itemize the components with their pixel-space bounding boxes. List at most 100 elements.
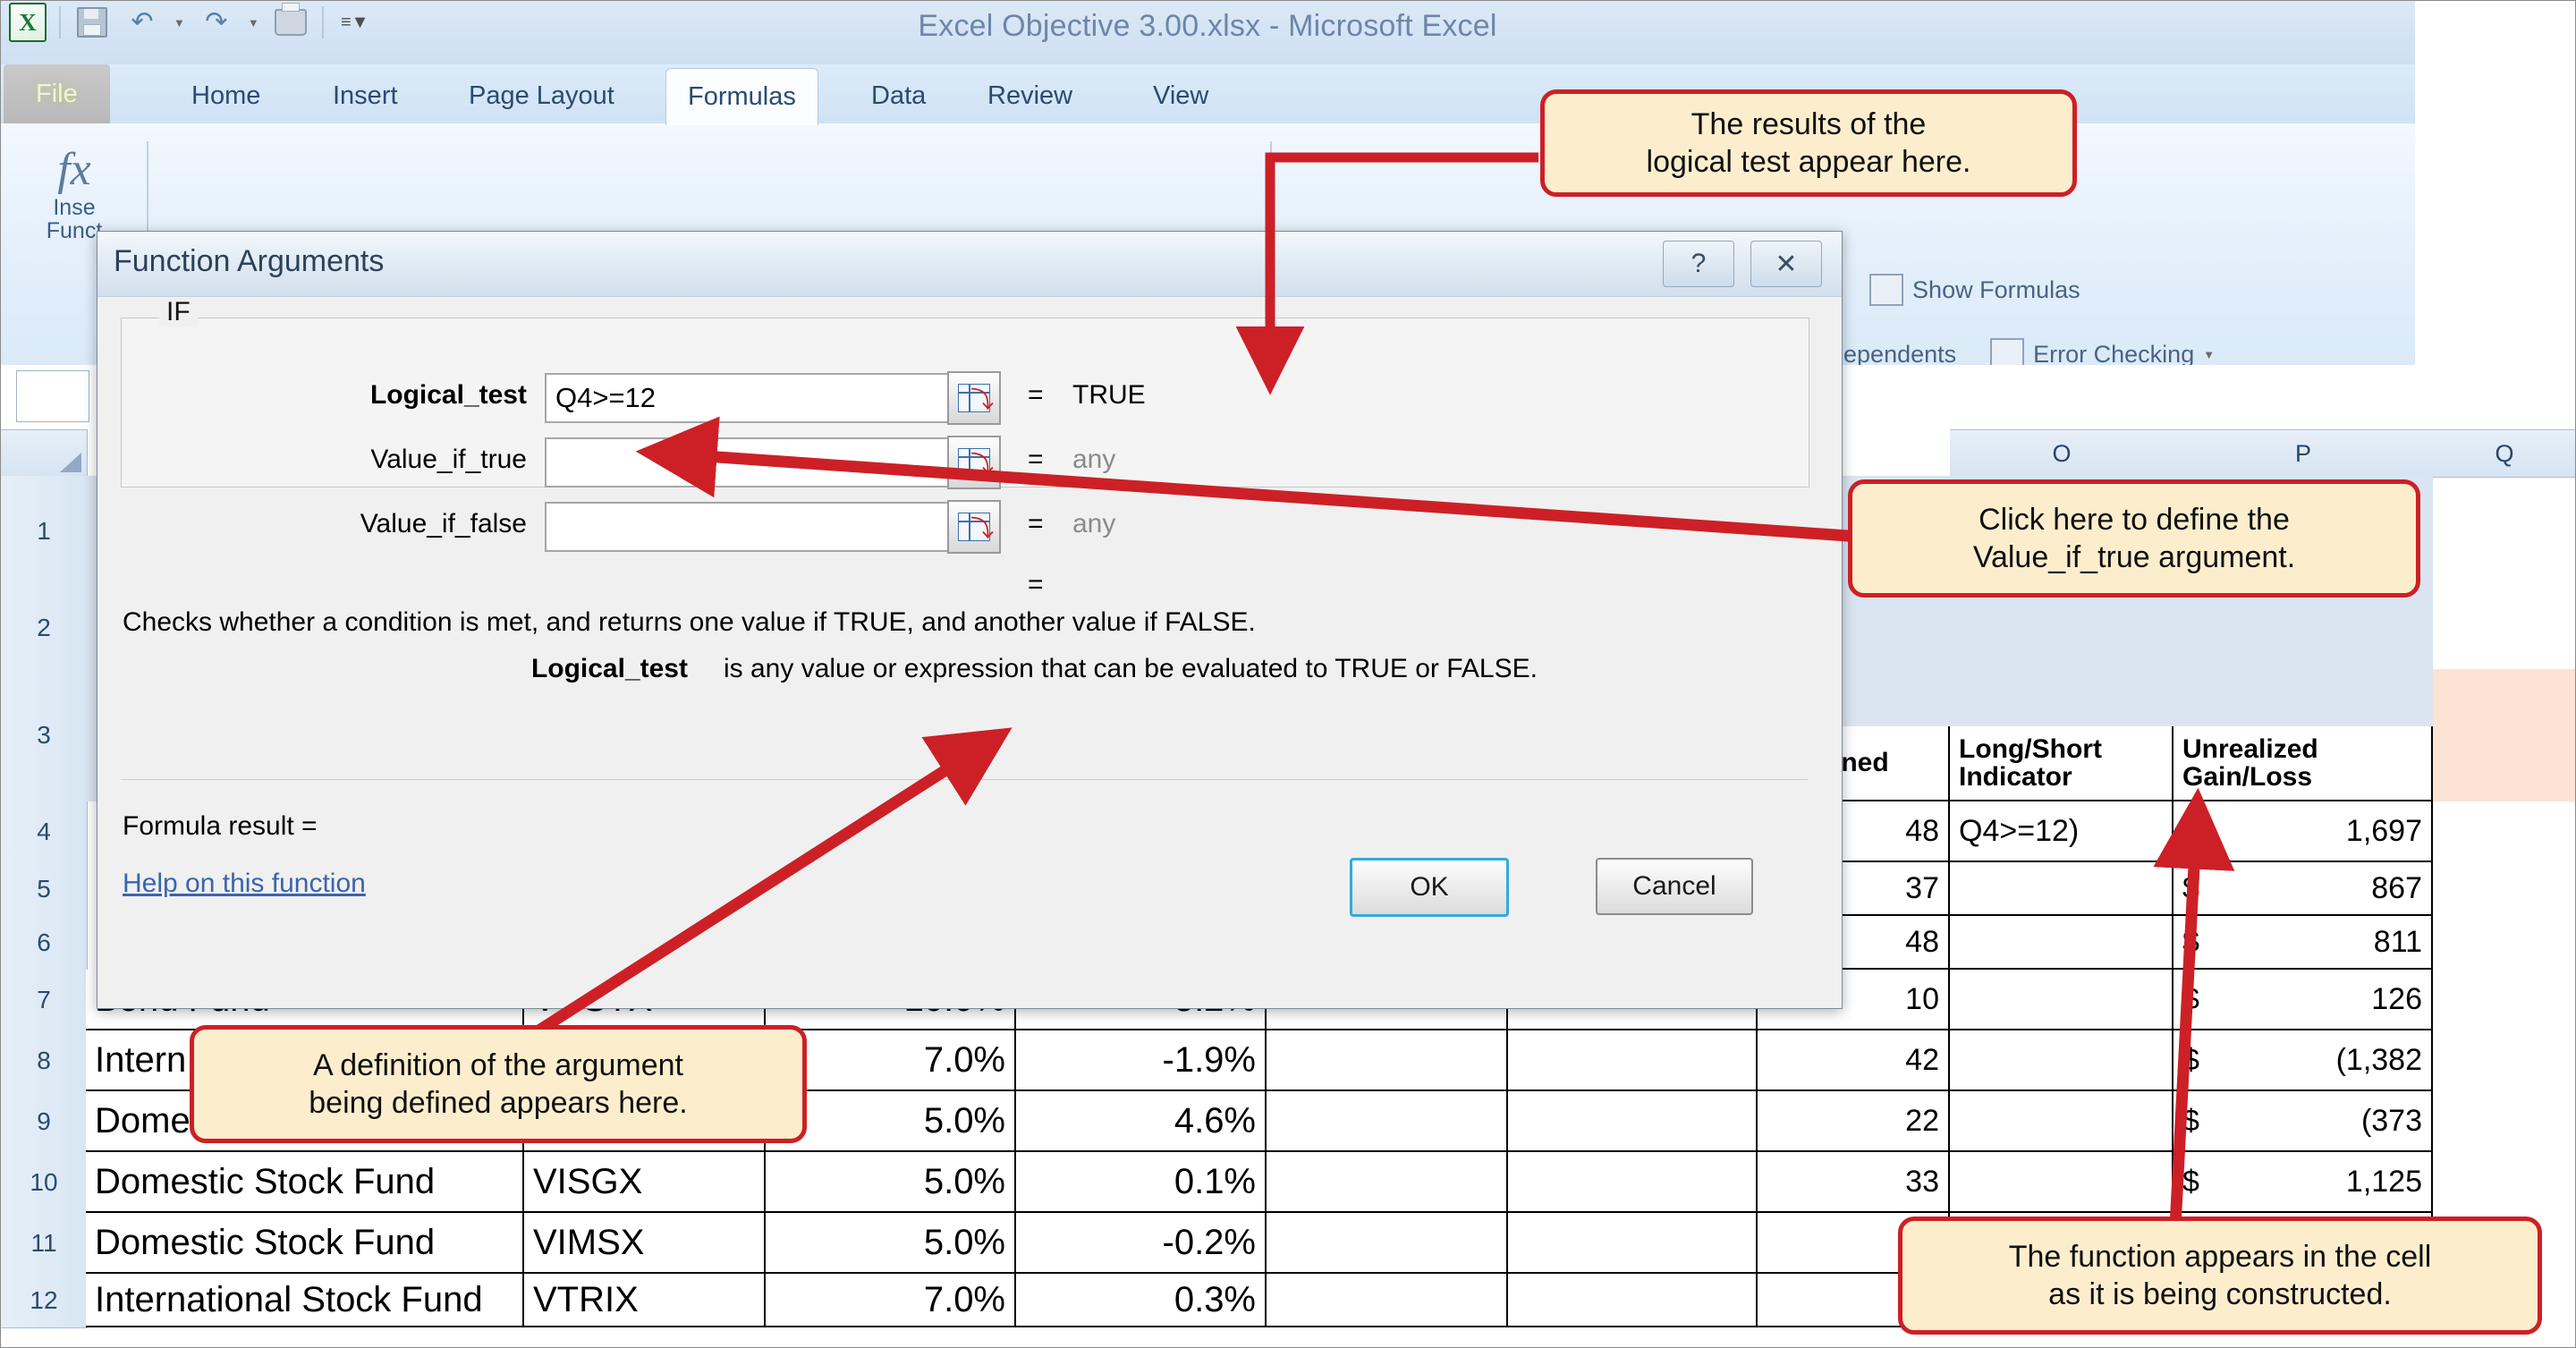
gain-value-9: (373 bbox=[2361, 1104, 2422, 1139]
cell-blank-a-10[interactable] bbox=[1267, 1152, 1508, 1213]
tab-view[interactable]: View bbox=[1131, 68, 1230, 123]
cell-pct-a-10[interactable]: 5.0% bbox=[766, 1152, 1016, 1213]
tab-home[interactable]: Home bbox=[170, 68, 282, 123]
cell-pct-a-12[interactable]: 7.0% bbox=[766, 1274, 1016, 1327]
cell-months-8[interactable]: 42 bbox=[1758, 1030, 1950, 1091]
cell-pct-a-11[interactable]: 5.0% bbox=[766, 1213, 1016, 1274]
cell-blank-b-9[interactable] bbox=[1508, 1091, 1758, 1152]
cell-blank-b-10[interactable] bbox=[1508, 1152, 1758, 1213]
cell-symbol-11[interactable]: VIMSX bbox=[524, 1213, 766, 1274]
cell-months-10[interactable]: 33 bbox=[1758, 1152, 1950, 1213]
cell-gain-6[interactable]: $ 811 bbox=[2174, 916, 2433, 970]
row-header-1[interactable]: 1 bbox=[0, 476, 88, 588]
currency-symbol-9: $ bbox=[2182, 1104, 2199, 1139]
row-header-4[interactable]: 4 bbox=[0, 801, 88, 863]
cell-indicator-5[interactable] bbox=[1950, 862, 2174, 916]
value-if-false-result: any bbox=[1072, 509, 1115, 539]
cell-gain-4[interactable]: $ 1,697 bbox=[2174, 801, 2433, 862]
name-box[interactable] bbox=[16, 370, 89, 422]
results-callout: The results of the logical test appear h… bbox=[1540, 89, 2077, 197]
value-if-false-input[interactable] bbox=[545, 502, 958, 552]
insert-function-button[interactable]: fx Inse Funct bbox=[25, 143, 123, 243]
cell-fund-10[interactable]: Domestic Stock Fund bbox=[86, 1152, 524, 1213]
error-checking-dropdown-icon[interactable]: ▼ bbox=[2203, 348, 2215, 361]
cell-indicator-10[interactable] bbox=[1950, 1152, 2174, 1213]
table-header-indicator: Long/Short Indicator bbox=[1950, 726, 2174, 801]
help-icon[interactable]: ? bbox=[1663, 241, 1734, 287]
cell-blank-a-12[interactable] bbox=[1267, 1274, 1508, 1327]
column-header-o[interactable]: O bbox=[1950, 429, 2174, 478]
cell-blank-b-8[interactable] bbox=[1508, 1030, 1758, 1091]
cell-symbol-10[interactable]: VISGX bbox=[524, 1152, 766, 1213]
currency-symbol-4: $ bbox=[2182, 814, 2199, 849]
row-header-6[interactable]: 6 bbox=[0, 916, 88, 971]
tab-file[interactable]: File bbox=[4, 64, 110, 123]
arg-help-text: is any value or expression that can be e… bbox=[724, 654, 1538, 684]
column-header-p[interactable]: P bbox=[2174, 429, 2434, 478]
results-callout-line-2: logical test appear here. bbox=[1647, 143, 1971, 182]
cell-indicator-7[interactable] bbox=[1950, 970, 2174, 1030]
cell-pct-b-11[interactable]: -0.2% bbox=[1016, 1213, 1267, 1274]
ok-button[interactable]: OK bbox=[1350, 858, 1509, 917]
row-header-9[interactable]: 9 bbox=[0, 1091, 88, 1153]
row-header-5[interactable]: 5 bbox=[0, 862, 88, 917]
gain-value-7: 126 bbox=[2371, 982, 2422, 1017]
cell-blank-a-11[interactable] bbox=[1267, 1213, 1508, 1274]
logical-test-collapse-button[interactable]: ⤵ bbox=[947, 371, 1001, 425]
cell-gain-8[interactable]: $ (1,382 bbox=[2174, 1030, 2433, 1091]
cell-gain-7[interactable]: $ 126 bbox=[2174, 970, 2433, 1030]
close-icon[interactable]: ✕ bbox=[1750, 241, 1822, 287]
cell-blank-a-9[interactable] bbox=[1267, 1091, 1508, 1152]
cell-pct-b-12[interactable]: 0.3% bbox=[1016, 1274, 1267, 1327]
tab-data[interactable]: Data bbox=[850, 68, 947, 123]
cell-indicator-6[interactable] bbox=[1950, 916, 2174, 970]
cell-fund-12[interactable]: International Stock Fund bbox=[86, 1274, 524, 1327]
definition-callout: A definition of the argument being defin… bbox=[190, 1025, 807, 1143]
tab-page-layout[interactable]: Page Layout bbox=[447, 68, 636, 123]
cell-fund-11[interactable]: Domestic Stock Fund bbox=[86, 1213, 524, 1274]
cell-indicator-4[interactable]: Q4>=12) bbox=[1950, 801, 2174, 862]
cell-gain-5[interactable]: $ 867 bbox=[2174, 862, 2433, 916]
column-header-q[interactable]: Q bbox=[2433, 429, 2576, 478]
cell-blank-b-11[interactable] bbox=[1508, 1213, 1758, 1274]
row-header-3[interactable]: 3 bbox=[0, 669, 88, 802]
row-header-8[interactable]: 8 bbox=[0, 1030, 88, 1092]
cell-gain-9[interactable]: $ (373 bbox=[2174, 1091, 2433, 1152]
cell-indicator-8[interactable] bbox=[1950, 1030, 2174, 1091]
value-if-true-input[interactable] bbox=[545, 437, 958, 487]
cell-gain-10[interactable]: $ 1,125 bbox=[2174, 1152, 2433, 1213]
logical-test-input[interactable]: Q4>=12 bbox=[545, 373, 958, 423]
row-header-12[interactable]: 12 bbox=[0, 1274, 88, 1328]
show-formulas-button[interactable]: Show Formulas bbox=[1869, 274, 2080, 306]
row-header-10[interactable]: 10 bbox=[0, 1152, 88, 1214]
tab-review[interactable]: Review bbox=[966, 68, 1094, 123]
tab-formulas[interactable]: Formulas bbox=[665, 68, 818, 125]
cell-months-9[interactable]: 22 bbox=[1758, 1091, 1950, 1152]
tab-insert[interactable]: Insert bbox=[311, 68, 419, 123]
cell-symbol-12[interactable]: VTRIX bbox=[524, 1274, 766, 1327]
cell-blank-a-8[interactable] bbox=[1267, 1030, 1508, 1091]
cell-blank-b-12[interactable] bbox=[1508, 1274, 1758, 1327]
value-if-false-collapse-button[interactable]: ⤵ bbox=[947, 500, 1001, 554]
logical-test-label: Logical_test bbox=[232, 380, 527, 411]
select-all-corner[interactable] bbox=[0, 429, 88, 478]
logical-test-equals: = bbox=[1028, 380, 1044, 411]
cell-indicator-9[interactable] bbox=[1950, 1091, 2174, 1152]
dialog-title-bar[interactable]: Function Arguments ? ✕ bbox=[97, 232, 1842, 297]
row-header-7[interactable]: 7 bbox=[0, 970, 88, 1031]
value-if-false-equals: = bbox=[1028, 509, 1044, 539]
row-header-2[interactable]: 2 bbox=[0, 587, 88, 670]
cancel-button[interactable]: Cancel bbox=[1596, 858, 1753, 915]
cell-pct-b-10[interactable]: 0.1% bbox=[1016, 1152, 1267, 1213]
currency-symbol-8: $ bbox=[2182, 1043, 2199, 1078]
click-here-callout-line-1: Click here to define the bbox=[1979, 501, 2290, 539]
header-band-peach bbox=[2433, 669, 2576, 801]
cell-pct-b-9[interactable]: 4.6% bbox=[1016, 1091, 1267, 1152]
value-if-true-collapse-button[interactable]: ⤵ bbox=[947, 436, 1001, 489]
cell-pct-b-8[interactable]: -1.9% bbox=[1016, 1030, 1267, 1091]
currency-symbol-7: $ bbox=[2182, 982, 2199, 1017]
click-here-callout: Click here to define the Value_if_true a… bbox=[1848, 479, 2420, 598]
value-if-false-label: Value_if_false bbox=[232, 509, 527, 539]
row-header-11[interactable]: 11 bbox=[0, 1213, 88, 1275]
help-on-this-function-link[interactable]: Help on this function bbox=[123, 869, 366, 899]
